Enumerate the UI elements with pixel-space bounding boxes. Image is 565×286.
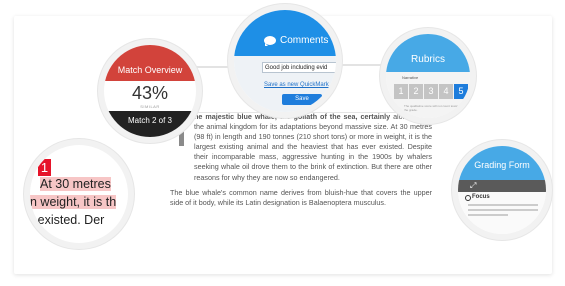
- rubric-criterion-label: Narrative: [402, 75, 419, 80]
- connector-line: [332, 64, 390, 66]
- focus-section-title: Focus: [472, 194, 490, 200]
- speech-bubble-icon: [264, 36, 276, 46]
- score-option[interactable]: 3: [424, 84, 438, 99]
- zoomed-text: 1 At 30 metres n weight, it is th r exis…: [30, 145, 128, 243]
- match-overview-panel[interactable]: Match Overview 43% SIMILAR Match 2 of 3: [104, 45, 196, 137]
- score-option-selected[interactable]: 5: [454, 84, 468, 99]
- rubrics-panel[interactable]: Rubrics Narrative 1 2 3 4 5 The qualitat…: [386, 34, 470, 118]
- expand-icon[interactable]: ⤢: [470, 181, 476, 191]
- save-button[interactable]: Save: [282, 94, 322, 105]
- comment-input[interactable]: Good job including evid: [262, 62, 336, 73]
- zoomed-line-3: r existed. Der: [30, 213, 105, 227]
- match-overview-title: Match Overview: [104, 45, 196, 81]
- similarity-percentage: 43%: [131, 83, 169, 103]
- highlighted-text: n weight, it is th: [30, 195, 117, 209]
- grading-form-title: Grading Form: [458, 146, 546, 180]
- document-body[interactable]: he majestic blue whale, the goliath of t…: [170, 112, 432, 213]
- zoomed-text-panel: 1 At 30 metres n weight, it is th r exis…: [30, 145, 128, 243]
- paragraph-2: The blue whale's common name derives fro…: [170, 187, 432, 207]
- info-icon: [465, 195, 471, 201]
- comments-title: Comments: [280, 35, 329, 46]
- match-count[interactable]: Match 2 of 3: [104, 111, 196, 137]
- canvas: he majestic blue whale, the goliath of t…: [0, 0, 565, 286]
- focus-description: [468, 204, 538, 219]
- score-option[interactable]: 4: [439, 84, 453, 99]
- zoomed-line-1: At 30 metres: [40, 177, 111, 191]
- grading-form-panel[interactable]: Grading Form ⤢ Focus: [458, 146, 546, 234]
- zoomed-line-2: n weight, it is th: [30, 195, 117, 209]
- match-marker[interactable]: 1: [38, 159, 51, 176]
- rubric-hint: The qualitative score will not count tow…: [404, 104, 460, 112]
- paragraph-1-rest: alone within the animal kingdom for its …: [194, 112, 432, 182]
- comments-header: [234, 10, 336, 56]
- paragraph-1-lead: he majestic blue whale, the goliath of t…: [194, 112, 391, 121]
- text-fade: [433, 112, 451, 230]
- score-option[interactable]: 1: [394, 84, 408, 99]
- connector-line: [190, 66, 240, 68]
- comments-panel[interactable]: Comments Good job including evid Save as…: [234, 10, 336, 112]
- paragraph-1: he majestic blue whale, the goliath of t…: [170, 112, 432, 183]
- similarity-label: SIMILAR: [140, 104, 160, 109]
- rubric-scale[interactable]: 1 2 3 4 5: [394, 84, 469, 99]
- save-quickmark-link[interactable]: Save as new QuickMark: [264, 82, 329, 88]
- score-option[interactable]: 2: [409, 84, 423, 99]
- rubrics-title: Rubrics: [386, 34, 470, 72]
- highlighted-text: At 30 metres: [40, 177, 111, 191]
